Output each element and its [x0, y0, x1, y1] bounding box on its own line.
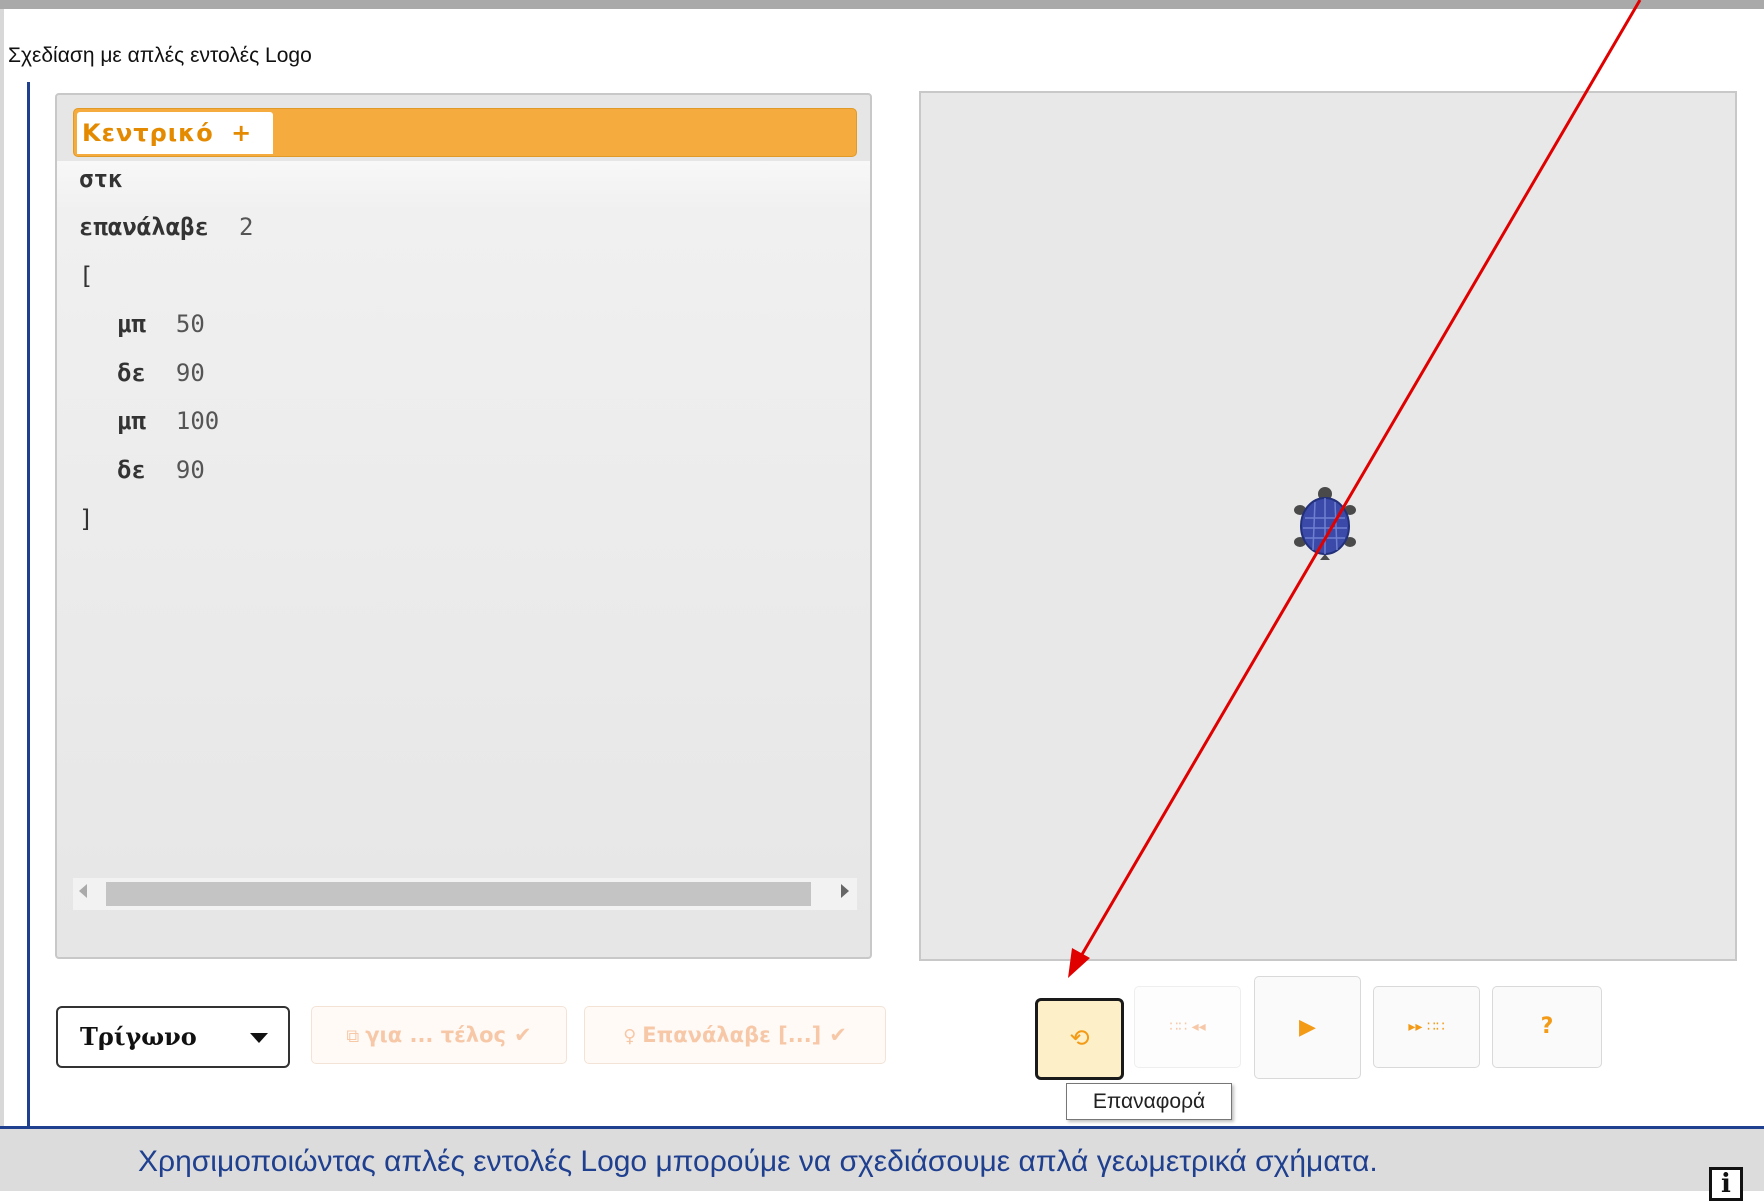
annotation-arrow [1068, 0, 1642, 978]
